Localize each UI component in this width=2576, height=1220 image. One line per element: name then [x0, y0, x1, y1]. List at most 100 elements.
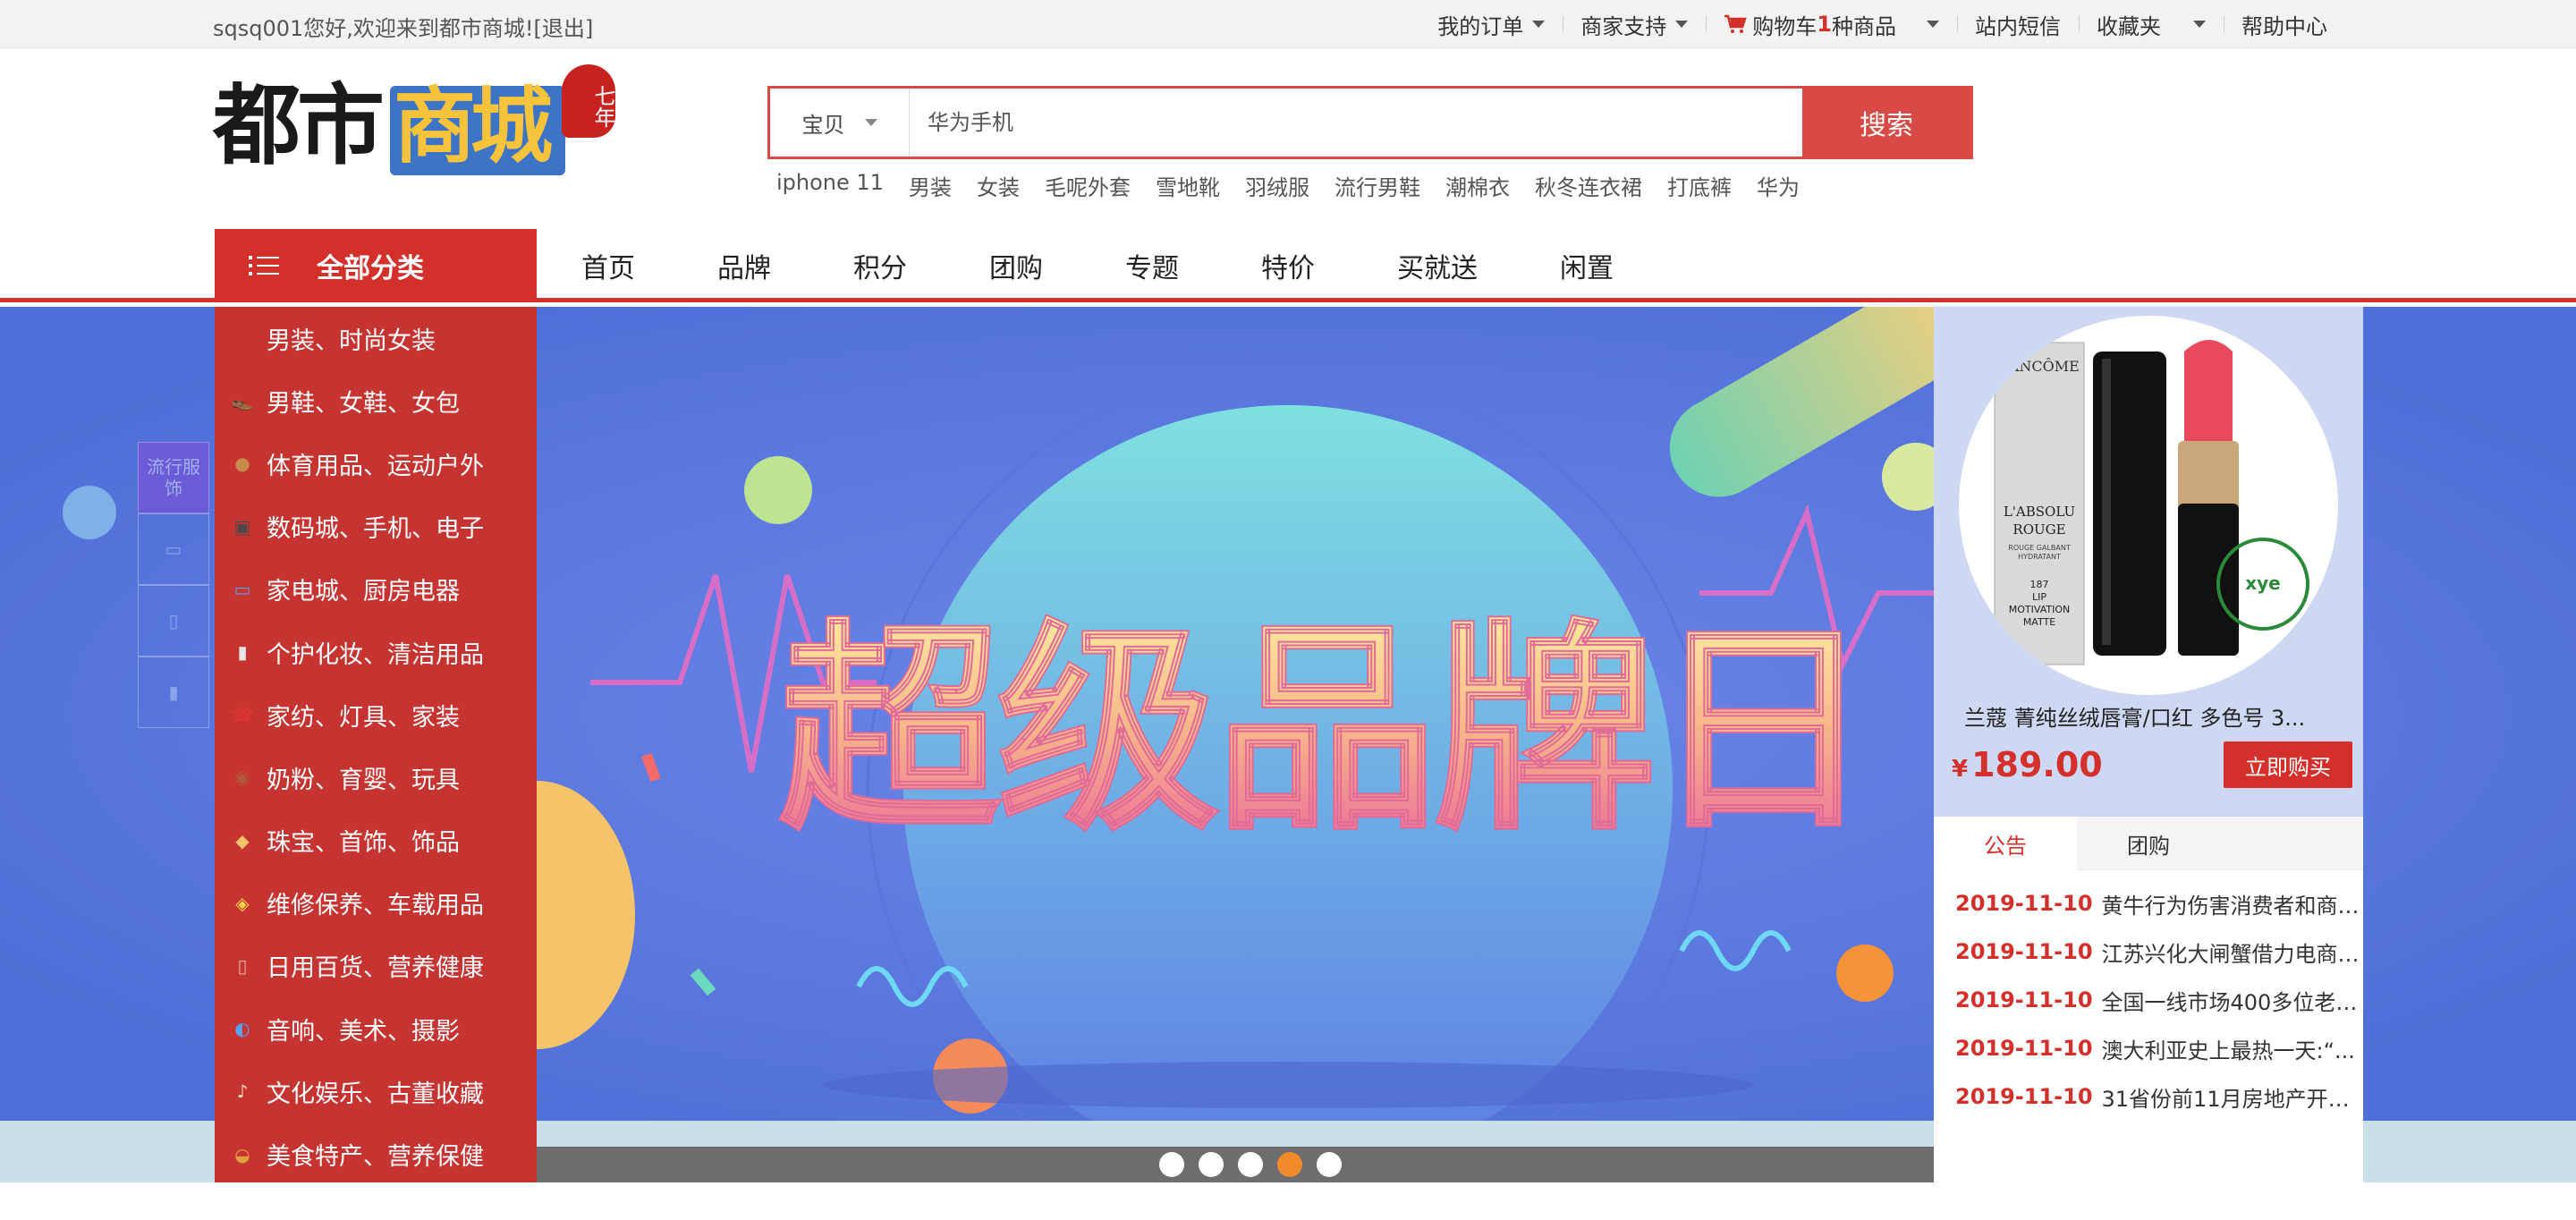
category-label: 家电城、厨房电器: [267, 578, 460, 606]
hot-keywords: iphone 11 男装 女装 毛呢外套 雪地靴 羽绒服 流行男鞋 潮棉衣 秋冬…: [776, 170, 1825, 201]
category-item[interactable]: ▣ 数码城、手机、电子: [215, 496, 537, 558]
list-icon: [249, 256, 279, 275]
news-item[interactable]: 2019-11-10 江苏兴化大闸蟹借力电商抢...: [1934, 928, 2363, 976]
news-title: 全国一线市场400多位老板...: [2101, 989, 2363, 1015]
right-panel: LANCÔME L'ABSOLU ROUGE ROUGE GALBANT HYD…: [1934, 307, 2363, 1182]
tab-groupbuy[interactable]: 团购: [2077, 817, 2220, 870]
buy-now-button[interactable]: 立即购买: [2224, 741, 2352, 788]
hotword-link[interactable]: 华为: [1757, 170, 1800, 201]
cart-link[interactable]: 购物车 1 种商品: [1706, 0, 1957, 48]
nav-buy-get-free[interactable]: 买就送: [1397, 246, 1478, 285]
category-item[interactable]: ◒ 美食特产、营养保健: [215, 1123, 537, 1185]
scooter-icon: ◐: [234, 1018, 250, 1040]
category-item[interactable]: ◈ 维修保养、车载用品: [215, 872, 537, 935]
monitor-icon: ▭: [233, 578, 251, 600]
carousel-dot[interactable]: [1277, 1152, 1302, 1177]
news-item[interactable]: 2019-11-10 全国一线市场400多位老板...: [1934, 976, 2363, 1024]
nav-secondhand[interactable]: 闲置: [1560, 246, 1614, 285]
hotword-link[interactable]: 羽绒服: [1245, 170, 1309, 201]
category-item[interactable]: ◉ 奶粉、育婴、玩具: [215, 746, 537, 809]
main-nav: 全部分类 首页 品牌 积分 团购 专题 特价 买就送 闲置: [0, 229, 2576, 302]
hotword-link[interactable]: 秋冬连衣裙: [1535, 170, 1642, 201]
search-category-select[interactable]: 宝贝: [770, 89, 910, 157]
category-item[interactable]: 👞 男鞋、女鞋、女包: [215, 369, 537, 432]
carousel-dot[interactable]: [1317, 1152, 1342, 1177]
chevron-down-icon: [1532, 21, 1546, 28]
nav-specials[interactable]: 特价: [1261, 246, 1315, 285]
category-item[interactable]: ▮ 个护化妆、清洁用品: [215, 621, 537, 683]
category-label: 奶粉、育婴、玩具: [267, 766, 460, 794]
news-item[interactable]: 2019-11-10 31省份前11月房地产开发投...: [1934, 1072, 2363, 1121]
hotword-link[interactable]: iphone 11: [776, 170, 884, 201]
news-date: 2019-11-10: [1955, 1084, 2093, 1109]
top-bar: sqsq001您好,欢迎来到都市商城![退出] 我的订单 商家支持 购物车 1 种商…: [0, 0, 2576, 48]
hotword-link[interactable]: 打底裤: [1667, 170, 1732, 201]
chevron-down-icon: [1675, 21, 1689, 28]
product-image[interactable]: LANCÔME L'ABSOLU ROUGE ROUGE GALBANT HYD…: [1959, 316, 2338, 695]
hotword-link[interactable]: 流行男鞋: [1335, 170, 1420, 201]
carousel-dot[interactable]: [1238, 1152, 1263, 1177]
category-item[interactable]: ♪ 文化娱乐、古董收藏: [215, 1060, 537, 1123]
ball-icon: ●: [234, 453, 250, 475]
news-title: 31省份前11月房地产开发投...: [2101, 1086, 2363, 1112]
category-item[interactable]: ◆ 珠宝、首饰、饰品: [215, 809, 537, 872]
search-input[interactable]: [910, 89, 1802, 157]
category-item[interactable]: ◐ 音响、美术、摄影: [215, 997, 537, 1060]
product-line-6: LIP: [2032, 591, 2046, 603]
cart-count: 1: [1817, 12, 1832, 37]
hotword-link[interactable]: 毛呢外套: [1045, 170, 1131, 201]
category-menu: 男装、时尚女装 👞 男鞋、女鞋、女包 ● 体育用品、运动户外 ▣ 数码城、手机、电子 ▭ 家电城…: [215, 307, 537, 1182]
category-item[interactable]: ☎ 家纺、灯具、家装: [215, 683, 537, 746]
camera-icon: ▣: [233, 515, 251, 538]
minitab-fashion[interactable]: 流行服饰: [138, 442, 209, 513]
news-item[interactable]: 2019-11-10 澳大利亚史上最热一天:“...: [1934, 1024, 2363, 1072]
search-bar: 宝贝 搜索: [767, 86, 1973, 159]
news-title: 澳大利亚史上最热一天:“...: [2101, 1038, 2355, 1063]
site-messages-link[interactable]: 站内短信: [1957, 0, 2079, 48]
carousel-dots: [1159, 1152, 1356, 1177]
category-item[interactable]: 男装、时尚女装: [215, 307, 537, 369]
cake-icon: ◉: [234, 767, 250, 789]
carousel-dot[interactable]: [1199, 1152, 1224, 1177]
hotword-link[interactable]: 雪地靴: [1156, 170, 1220, 201]
site-logo[interactable]: 都市 商城 七年: [213, 64, 615, 190]
shoe-icon: 👞: [231, 390, 254, 412]
nav-topics[interactable]: 专题: [1125, 246, 1179, 285]
phone-icon: ▯: [168, 610, 179, 631]
welcome-text[interactable]: sqsq001您好,欢迎来到都市商城![退出]: [213, 11, 593, 42]
merchant-support-link[interactable]: 商家支持: [1563, 0, 1706, 48]
minitab-phone[interactable]: ▯: [138, 585, 209, 657]
nav-home[interactable]: 首页: [581, 246, 635, 285]
all-categories-button[interactable]: 全部分类: [215, 229, 537, 302]
carousel-dot[interactable]: [1159, 1152, 1184, 1177]
nav-points[interactable]: 积分: [853, 246, 907, 285]
category-label: 个护化妆、清洁用品: [267, 640, 484, 669]
hotword-link[interactable]: 男装: [909, 170, 952, 201]
hotword-link[interactable]: 潮棉衣: [1445, 170, 1510, 201]
news-title: 江苏兴化大闸蟹借力电商抢...: [2101, 941, 2363, 967]
news-item[interactable]: 2019-11-10 黄牛行为伤害消费者和商家...: [1934, 879, 2363, 928]
featured-product[interactable]: LANCÔME L'ABSOLU ROUGE ROUGE GALBANT HYD…: [1934, 307, 2363, 817]
help-center-link[interactable]: 帮助中心: [2224, 0, 2345, 48]
my-orders-link[interactable]: 我的订单: [1419, 0, 1563, 48]
product-line-3: ROUGE GALBANT: [2008, 544, 2071, 552]
category-item[interactable]: ● 体育用品、运动户外: [215, 432, 537, 495]
category-item[interactable]: ▭ 家电城、厨房电器: [215, 558, 537, 621]
hotword-link[interactable]: 女装: [977, 170, 1020, 201]
minitab-bottle[interactable]: ▮: [138, 657, 209, 728]
category-label: 文化娱乐、古董收藏: [267, 1080, 484, 1108]
product-name[interactable]: 兰蔻 菁纯丝绒唇膏/口红 多色号 3...: [1964, 700, 2305, 732]
product-line-2: ROUGE: [2012, 521, 2065, 538]
minitab-monitor[interactable]: ▭: [138, 513, 209, 585]
nav-groupbuy[interactable]: 团购: [989, 246, 1043, 285]
search-button[interactable]: 搜索: [1802, 89, 1970, 157]
blank-icon: [229, 326, 256, 350]
nav-brand[interactable]: 品牌: [717, 246, 771, 285]
favorites-link[interactable]: 收藏夹: [2079, 0, 2224, 48]
category-item[interactable]: ▯ 日用百货、营养健康: [215, 935, 537, 997]
guitar-icon: ♪: [236, 1080, 249, 1103]
tab-announcements[interactable]: 公告: [1934, 817, 2077, 870]
category-label: 男装、时尚女装: [267, 326, 436, 355]
top-links: 我的订单 商家支持 购物车 1 种商品 站内短信 收藏夹 帮助中心: [1419, 0, 2345, 48]
product-brand-text: LANCÔME: [1999, 357, 2080, 375]
